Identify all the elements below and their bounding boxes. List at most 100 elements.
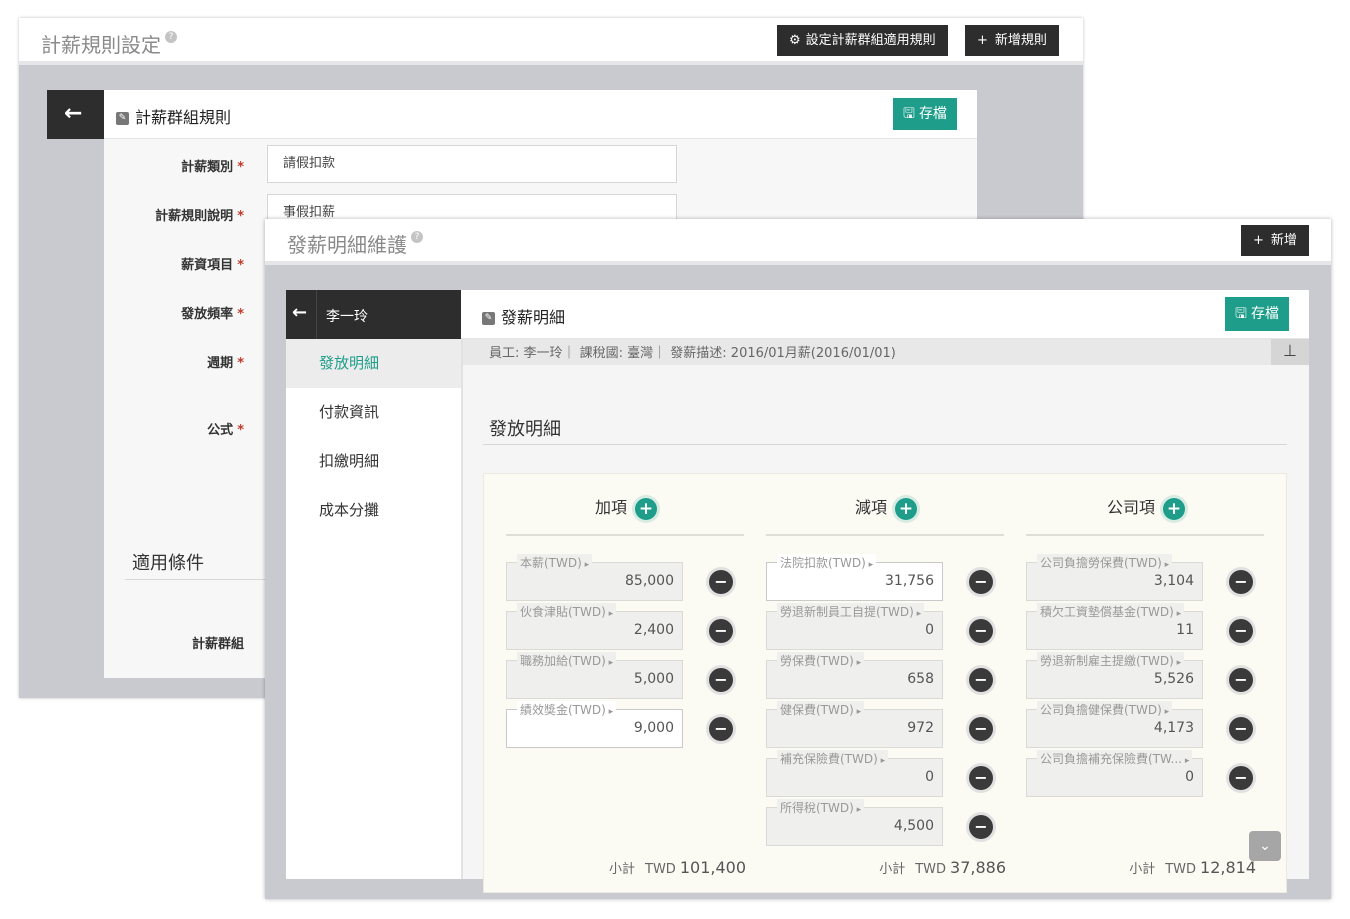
form-label-description: 計薪規則說明 * (104, 205, 244, 224)
sidebar-item-payout[interactable]: 發放明細 (286, 339, 461, 388)
help-icon[interactable]: ? (411, 231, 423, 243)
detail-back-button[interactable]: ← (286, 290, 317, 339)
remove-item-icon[interactable]: − (1229, 766, 1253, 790)
amount-field[interactable]: 公司負擔健保費(TWD) ▸ 4,173 (1026, 701, 1203, 748)
remove-item-icon[interactable]: − (969, 766, 993, 790)
amount-field-label-text: 公司負擔勞保費(TWD) (1040, 556, 1162, 570)
expand-toggle-icon[interactable]: ⊥ (1271, 339, 1309, 365)
caret-right-icon: ▸ (1173, 609, 1182, 619)
amount-field-label: 法院扣款(TWD) ▸ (777, 554, 877, 571)
add-detail-button[interactable]: + 新增 (1241, 225, 1309, 256)
info-strip-text: 員工: 李一玲｜ 課稅國: 臺灣｜ 發薪描述: 2016/01月薪(2016/0… (489, 346, 896, 361)
form-label-formula-text: 公式 (207, 423, 234, 438)
amount-field[interactable]: 積欠工資墊償基金(TWD) ▸ 11 (1026, 603, 1203, 650)
help-icon[interactable]: ? (165, 31, 177, 43)
amount-field-label: 職務加給(TWD) ▸ (517, 652, 617, 669)
add-detail-button-label: 新增 (1270, 233, 1297, 248)
amount-field[interactable]: 職務加給(TWD) ▸ 5,000 (506, 652, 683, 699)
caret-right-icon: ▸ (913, 609, 922, 619)
amount-field-label-text: 職務加給(TWD) (520, 654, 606, 668)
amount-field[interactable]: 勞退新制員工自提(TWD) ▸ 0 (766, 603, 943, 650)
remove-item-icon[interactable]: − (1229, 668, 1253, 692)
group-rule-button[interactable]: ⚙ 設定計薪群組適用規則 (777, 25, 948, 56)
form-label-category-text: 計薪類別 (181, 160, 234, 175)
amount-field-label: 勞退新制員工自提(TWD) ▸ (777, 603, 925, 620)
remove-item-icon[interactable]: − (969, 668, 993, 692)
amount-field-label-text: 積欠工資墊償基金(TWD) (1040, 605, 1174, 619)
rule-back-button[interactable]: ← (47, 90, 104, 139)
amount-field-value: 2,400 (633, 622, 674, 638)
amount-field[interactable]: 本薪(TWD) ▸ 85,000 (506, 554, 683, 601)
remove-item-icon[interactable]: − (1229, 570, 1253, 594)
subtotal-label: 小計 (1129, 862, 1156, 877)
sidebar-item-payment-info[interactable]: 付款資訊 (286, 388, 461, 437)
amount-field-label-text: 公司負擔補充保險費(TW... (1040, 752, 1182, 766)
amount-field[interactable]: 績效獎金(TWD) ▸ 9,000 (506, 701, 683, 748)
column-subtotal: 小計 TWD 101,400 (609, 858, 746, 877)
remove-item-icon[interactable]: − (1229, 717, 1253, 741)
remove-item-icon[interactable]: − (1229, 619, 1253, 643)
plus-icon: + (1253, 233, 1264, 248)
sidebar-item-withholding[interactable]: 扣繳明細 (286, 437, 461, 486)
detail-window-title-text: 發薪明細維護 (287, 233, 407, 257)
section-divider (125, 579, 285, 580)
save-icon: 🖫 (903, 106, 915, 122)
amount-field[interactable]: 公司負擔勞保費(TWD) ▸ 3,104 (1026, 554, 1203, 601)
rule-save-button[interactable]: 🖫 存檔 (893, 98, 957, 130)
remove-item-icon[interactable]: − (709, 570, 733, 594)
caret-right-icon: ▸ (605, 707, 614, 717)
scroll-down-icon[interactable]: ⌄ (1249, 831, 1281, 861)
amount-field-value: 658 (907, 671, 934, 687)
pencil-icon: ✎ (482, 312, 495, 325)
amount-field-label-text: 健保費(TWD) (780, 703, 854, 717)
remove-item-icon[interactable]: − (709, 717, 733, 741)
required-mark: * (237, 160, 244, 175)
amount-field[interactable]: 法院扣款(TWD) ▸ 31,756 (766, 554, 943, 601)
category-input[interactable]: 請假扣款 (267, 145, 677, 183)
remove-item-icon[interactable]: − (969, 619, 993, 643)
detail-save-label: 存檔 (1250, 306, 1279, 322)
caret-right-icon: ▸ (1161, 560, 1170, 570)
form-label-pay-item: 薪資項目 * (104, 254, 244, 273)
remove-item-icon[interactable]: − (969, 570, 993, 594)
amount-field-label-text: 本薪(TWD) (520, 556, 582, 570)
caret-right-icon: ▸ (605, 658, 614, 668)
rule-window-header: 計薪規則設定? ⚙ 設定計薪群組適用規則 + 新增規則 (19, 18, 1083, 65)
add-item-icon[interactable]: + (895, 497, 917, 520)
subtotal-value: 37,886 (950, 858, 1006, 877)
gear-icon: ⚙ (789, 33, 801, 48)
add-item-icon[interactable]: + (1163, 497, 1185, 520)
remove-item-icon[interactable]: − (969, 815, 993, 839)
amount-field-label: 勞退新制雇主提繳(TWD) ▸ (1037, 652, 1185, 669)
detail-window-title: 發薪明細維護? (287, 229, 423, 258)
amount-field[interactable]: 健保費(TWD) ▸ 972 (766, 701, 943, 748)
sidebar-item-cost-allocation[interactable]: 成本分攤 (286, 486, 461, 535)
amount-field[interactable]: 伙食津貼(TWD) ▸ 2,400 (506, 603, 683, 650)
amount-field[interactable]: 勞退新制雇主提繳(TWD) ▸ 5,526 (1026, 652, 1203, 699)
caret-right-icon: ▸ (1173, 658, 1182, 668)
amount-field-label-text: 勞退新制員工自提(TWD) (780, 605, 914, 619)
detail-save-button[interactable]: 🖫 存檔 (1225, 297, 1289, 331)
column-company: 公司項 + 公司負擔勞保費(TWD) ▸ 3,104 − 積欠工資墊償基金(TWD) ▸ 1… (1026, 474, 1266, 894)
conditions-section-title: 適用條件 (132, 553, 204, 574)
amount-field[interactable]: 公司負擔補充保險費(TW... ▸ 0 (1026, 750, 1203, 797)
amount-field-label: 伙食津貼(TWD) ▸ (517, 603, 617, 620)
category-input-value: 請假扣款 (283, 156, 336, 171)
remove-item-icon[interactable]: − (709, 668, 733, 692)
remove-item-icon[interactable]: − (709, 619, 733, 643)
plus-icon: + (977, 33, 988, 48)
amount-field[interactable]: 補充保險費(TWD) ▸ 0 (766, 750, 943, 797)
detail-panel-title: ✎ 發薪明細 (482, 304, 565, 328)
add-item-icon[interactable]: + (635, 497, 657, 520)
amount-field[interactable]: 所得稅(TWD) ▸ 4,500 (766, 799, 943, 846)
amount-field-value: 0 (1185, 769, 1194, 785)
rule-panel-title-text: 計薪群組規則 (135, 108, 232, 127)
amount-field[interactable]: 勞保費(TWD) ▸ 658 (766, 652, 943, 699)
group-rule-button-label: 設定計薪群組適用規則 (805, 33, 936, 48)
form-label-description-text: 計薪規則說明 (155, 209, 234, 224)
arrow-left-icon: ← (64, 101, 83, 126)
amount-field-value: 0 (925, 769, 934, 785)
add-rule-button[interactable]: + 新增規則 (965, 25, 1059, 56)
caret-right-icon: ▸ (1161, 707, 1170, 717)
remove-item-icon[interactable]: − (969, 717, 993, 741)
